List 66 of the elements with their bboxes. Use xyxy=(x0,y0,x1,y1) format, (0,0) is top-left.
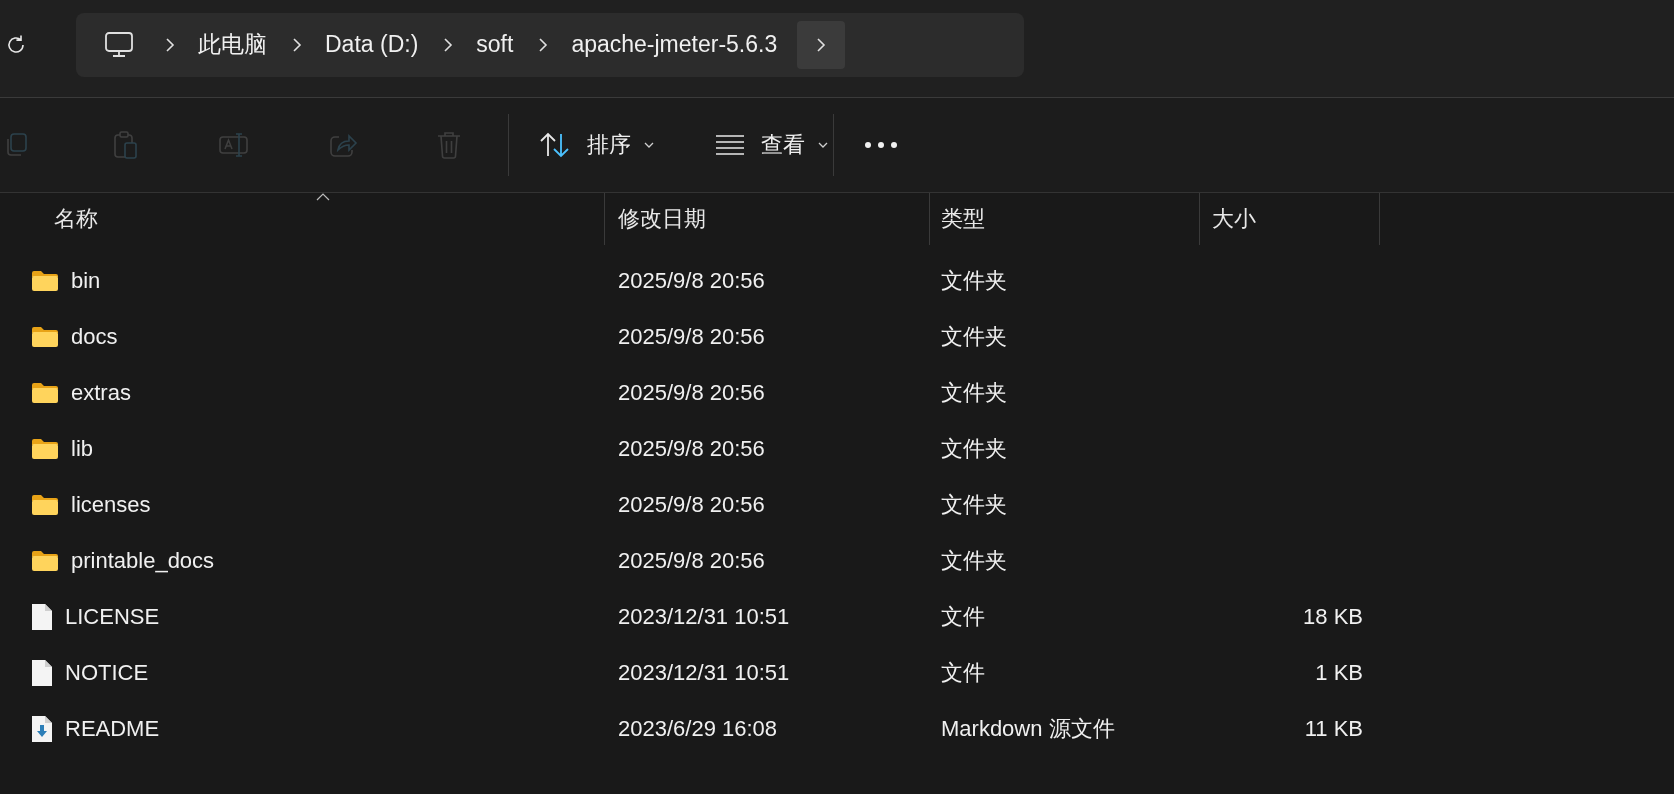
file-size: 11 KB xyxy=(1304,716,1363,742)
chevron-right-icon[interactable] xyxy=(291,35,303,54)
breadcrumb-item[interactable]: 此电脑 xyxy=(198,29,267,60)
list-lines-icon xyxy=(715,134,745,156)
breadcrumb-item[interactable]: Data (D:) xyxy=(325,31,419,58)
file-name[interactable]: LICENSE xyxy=(65,604,160,630)
modified-date: 2025/9/8 20:56 xyxy=(618,380,765,406)
file-size: 18 KB xyxy=(1303,604,1363,630)
sort-caret-icon xyxy=(316,193,330,201)
chevron-right-icon xyxy=(815,35,828,54)
file-name[interactable]: licenses xyxy=(71,492,151,518)
file-name[interactable]: NOTICE xyxy=(65,660,149,686)
chevron-right-icon[interactable] xyxy=(537,35,550,54)
modified-date: 2025/9/8 20:56 xyxy=(618,268,765,294)
modified-date: 2025/9/8 20:56 xyxy=(618,492,765,518)
file-type: 文件夹 xyxy=(941,491,1007,519)
view-button[interactable]: 查看 xyxy=(707,122,837,168)
file-type: 文件 xyxy=(941,659,985,687)
column-header[interactable]: 大小 xyxy=(1200,193,1380,245)
file-type: 文件夹 xyxy=(941,547,1007,575)
folder-icon xyxy=(31,326,59,348)
sort-arrows-icon xyxy=(539,131,571,159)
folder-icon xyxy=(31,438,59,460)
trash-icon xyxy=(436,130,462,160)
file-type: 文件夹 xyxy=(941,379,1007,407)
file-size: 1 KB xyxy=(1315,660,1363,686)
modified-date: 2025/9/8 20:56 xyxy=(618,324,765,350)
file-type: 文件夹 xyxy=(941,323,1007,351)
modified-date: 2023/12/31 10:51 xyxy=(618,604,790,630)
file-name[interactable]: extras xyxy=(71,380,131,406)
column-header[interactable]: 名称 xyxy=(0,193,605,245)
sort-button[interactable]: 排序 xyxy=(531,122,663,168)
folder-icon xyxy=(31,550,59,572)
modified-date: 2025/9/8 20:56 xyxy=(618,548,765,574)
file-name[interactable]: lib xyxy=(71,436,93,462)
file-type: 文件 xyxy=(941,603,985,631)
file-type: 文件夹 xyxy=(941,435,1007,463)
download-document-icon xyxy=(31,715,53,743)
caret-icon xyxy=(817,141,829,149)
paste-icon xyxy=(112,130,140,160)
breadcrumb-item[interactable]: soft xyxy=(476,31,514,58)
chevron-right-icon[interactable] xyxy=(164,35,176,54)
file-name[interactable]: docs xyxy=(71,324,118,350)
rename-icon xyxy=(218,131,250,159)
file-name[interactable]: printable_docs xyxy=(71,548,215,574)
modified-date: 2023/6/29 16:08 xyxy=(618,716,778,742)
folder-icon xyxy=(31,270,59,292)
file-type: Markdown 源文件 xyxy=(941,715,1115,743)
column-header[interactable]: 修改日期 xyxy=(605,193,930,245)
address-bar[interactable]: 此电脑 Data (D:) soft apache-jmeter-5.6.3 xyxy=(76,12,1024,77)
caret-icon xyxy=(643,141,655,149)
breadcrumb-item[interactable]: apache-jmeter-5.6.3 xyxy=(571,31,778,58)
chevron-right-icon[interactable] xyxy=(442,35,455,54)
file-name[interactable]: README xyxy=(65,716,160,742)
modified-date: 2025/9/8 20:56 xyxy=(618,436,765,462)
document-icon xyxy=(31,603,53,631)
more-icon xyxy=(864,141,898,149)
column-header[interactable]: 类型 xyxy=(930,193,1200,245)
share-icon xyxy=(328,131,358,159)
computer-icon[interactable] xyxy=(104,30,134,59)
document-icon xyxy=(31,659,53,687)
folder-icon xyxy=(31,494,59,516)
file-type: 文件夹 xyxy=(941,267,1007,295)
modified-date: 2023/12/31 10:51 xyxy=(618,660,790,686)
folder-icon xyxy=(31,382,59,404)
file-name[interactable]: bin xyxy=(71,268,101,294)
